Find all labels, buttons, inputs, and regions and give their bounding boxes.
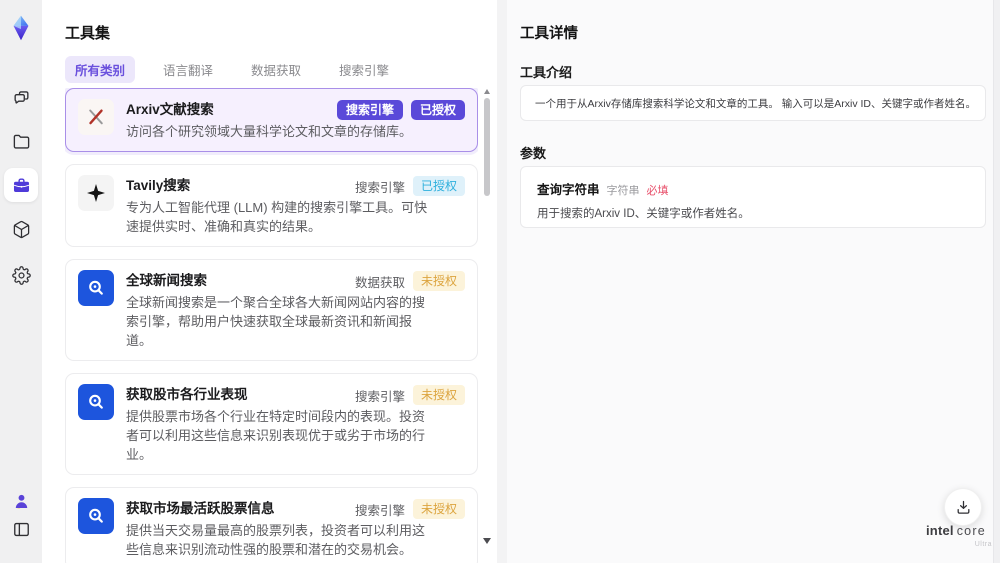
tool-tags: 搜索引擎 已授权 [355, 176, 465, 196]
tool-card[interactable]: Arxiv文献搜索 访问各个研究领域大量科学论文和文章的存储库。 搜索引擎 已授… [65, 88, 478, 152]
download-icon [957, 500, 969, 514]
tool-description: 专为人工智能代理 (LLM) 构建的搜索引擎工具。可快速提供实时、准确和真实的结… [126, 200, 428, 234]
auth-status-badge: 未授权 [412, 499, 465, 519]
briefcase-icon [13, 177, 29, 192]
tool-category-tag: 搜索引擎 [354, 503, 405, 518]
tool-card[interactable]: 全球新闻搜索 全球新闻搜索是一个聚合全球各大新闻网站内容的搜索引擎，帮助用户快速… [65, 259, 478, 361]
chat-icon [13, 90, 29, 104]
tool-category-tag: 搜索引擎 [354, 389, 405, 404]
panel-toggle-icon [13, 522, 29, 536]
sidebar-item-files[interactable] [4, 124, 38, 158]
parameter-description: 用于搜索的Arxiv ID、关键字或作者姓名。 [537, 208, 750, 220]
detail-panel-title: 工具详情 [520, 26, 578, 42]
brand-variant-text: Ultra [974, 541, 992, 548]
folder-icon [13, 134, 29, 149]
sidebar-item-tools[interactable] [4, 168, 38, 202]
tools-panel: 工具集 所有类别 语言翻译 数据获取 搜索引擎 Arxiv文献搜索 访问各个研究领域大… [42, 0, 497, 563]
tool-icon [78, 270, 114, 306]
tab-category-2[interactable]: 数据获取 [241, 56, 311, 83]
tool-card[interactable]: 获取股市各行业表现 提供股票市场各个行业在特定时间段内的表现。投资者可以利用这些… [65, 373, 478, 475]
window-scrollbar [993, 0, 1000, 563]
tool-card[interactable]: 获取市场最活跃股票信息 提供当天交易量最高的股票列表，投资者可以利用这些信息来识… [65, 487, 478, 563]
intro-text: 一个用于从Arxiv存储库搜索科学论文和文章的工具。 输入可以是Arxiv ID… [535, 98, 976, 110]
panel-toggle-button[interactable] [4, 512, 38, 546]
tool-tags: 搜索引擎 未授权 [355, 385, 465, 405]
sidebar-item-packages[interactable] [4, 212, 38, 246]
list-scrollbar-thumb[interactable] [484, 98, 490, 196]
parameter-name: 查询字符串 [537, 183, 600, 197]
search-q-icon [89, 280, 103, 295]
intro-box: 一个用于从Arxiv存储库搜索科学论文和文章的工具。 输入可以是Arxiv ID… [520, 85, 986, 121]
category-tabs: 所有类别 语言翻译 数据获取 搜索引擎 [65, 56, 399, 83]
auth-status-badge: 未授权 [412, 271, 465, 291]
tool-tags: 数据获取 未授权 [355, 271, 465, 291]
tool-category-tag: 数据获取 [354, 275, 405, 290]
tool-tags: 搜索引擎 未授权 [355, 499, 465, 519]
download-button[interactable] [944, 488, 982, 526]
tools-panel-title: 工具集 [65, 25, 111, 42]
sidebar-item-chat[interactable] [4, 80, 38, 114]
cube-icon [13, 220, 29, 238]
tool-description: 提供当天交易量最高的股票列表，投资者可以利用这些信息来识别流动性强的股票和潜在的… [126, 523, 426, 557]
tool-icon [78, 175, 114, 211]
tool-description: 全球新闻搜索是一个聚合全球各大新闻网站内容的搜索引擎，帮助用户快速获取全球最新资… [126, 295, 426, 348]
parameter-required-label: 必填 [646, 185, 669, 197]
tool-icon [78, 99, 114, 135]
auth-status-badge: 未授权 [412, 385, 465, 405]
intel-brand-text: intel [926, 523, 954, 538]
tool-card[interactable]: Tavily搜索 专为人工智能代理 (LLM) 构建的搜索引擎工具。可快速提供实… [65, 164, 478, 247]
arxiv-logo-icon [89, 109, 103, 125]
parameter-box: 查询字符串 字符串 必填 用于搜索的Arxiv ID、关键字或作者姓名。 [520, 166, 986, 228]
sidebar [0, 0, 42, 563]
parameter-type: 字符串 [606, 185, 640, 197]
tool-category-tag: 搜索引擎 [354, 180, 405, 195]
tab-category-0[interactable]: 所有类别 [65, 56, 136, 83]
user-icon [15, 494, 27, 508]
tool-icon [78, 498, 114, 534]
tool-icon [78, 384, 114, 420]
scroll-down-arrow[interactable] [483, 538, 491, 544]
auth-status-badge: 已授权 [412, 176, 465, 196]
gear-icon [11, 265, 31, 285]
tab-category-1[interactable]: 语言翻译 [153, 56, 223, 83]
tavily-star-icon [87, 184, 105, 202]
tool-list: Arxiv文献搜索 访问各个研究领域大量科学论文和文章的存储库。 搜索引擎 已授… [65, 88, 478, 563]
search-q-icon [89, 394, 103, 409]
app-logo-icon [7, 14, 35, 44]
tool-description: 提供股票市场各个行业在特定时间段内的表现。投资者可以利用这些信息来识别表现优于或… [126, 409, 426, 462]
intro-heading: 工具介绍 [520, 65, 573, 80]
tool-tags: 搜索引擎 已授权 [336, 100, 465, 120]
tool-category-tag: 搜索引擎 [336, 100, 403, 120]
tool-detail-panel: 工具详情 工具介绍 一个用于从Arxiv存储库搜索科学论文和文章的工具。 输入可… [507, 0, 1000, 563]
sidebar-item-settings[interactable] [4, 258, 38, 292]
tool-description: 访问各个研究领域大量科学论文和文章的存储库。 [126, 124, 413, 139]
params-heading: 参数 [520, 146, 547, 161]
search-q-icon [89, 508, 103, 523]
tab-category-3[interactable]: 搜索引擎 [329, 56, 399, 83]
core-brand-text: core [956, 524, 986, 538]
scroll-up-arrow[interactable] [484, 89, 490, 94]
auth-status-badge: 已授权 [410, 100, 465, 120]
intel-core-logo: intel core Ultra [926, 522, 992, 548]
